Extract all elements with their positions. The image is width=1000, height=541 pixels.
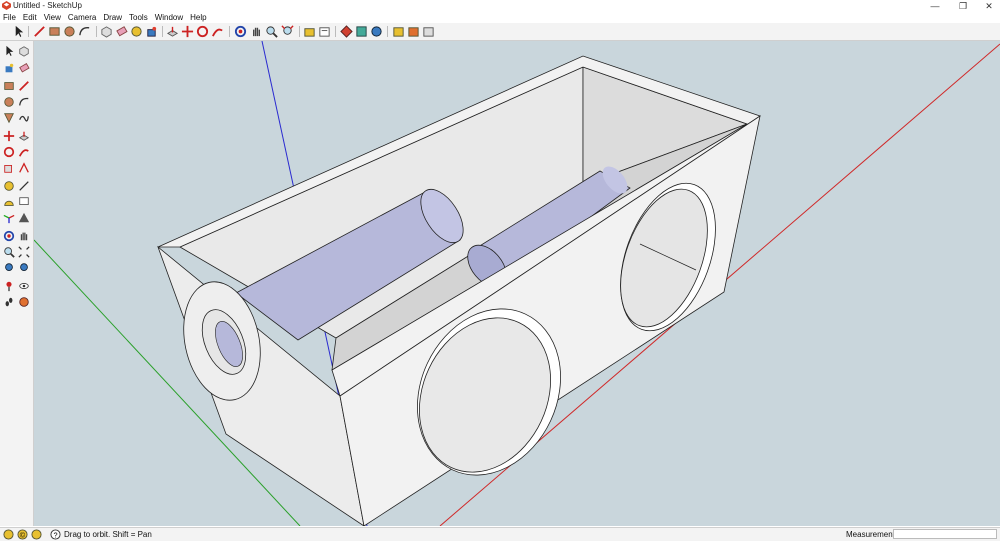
layout-icon[interactable] <box>370 25 383 38</box>
previous-view-icon[interactable] <box>18 262 30 274</box>
orbit-icon[interactable] <box>234 25 247 38</box>
drawing-viewport[interactable] <box>34 41 1000 526</box>
circle-icon[interactable] <box>63 25 76 38</box>
status-hint-text: Drag to orbit. Shift = Pan <box>64 530 152 539</box>
follow-me-icon[interactable] <box>18 146 30 158</box>
credits-icon[interactable]: © <box>17 529 28 540</box>
menu-edit[interactable]: Edit <box>20 12 41 23</box>
menu-camera[interactable]: Camera <box>65 12 100 23</box>
styles-icon[interactable] <box>340 25 353 38</box>
pan-icon[interactable] <box>18 230 30 242</box>
text-icon[interactable] <box>18 196 30 208</box>
toolbar-separator <box>162 26 163 37</box>
orbit-icon[interactable] <box>3 230 15 242</box>
toolbar-separator <box>335 26 336 37</box>
svg-text:©: © <box>20 530 26 539</box>
minimize-button[interactable]: — <box>922 0 948 12</box>
extension-icon[interactable] <box>318 25 331 38</box>
window-title: Untitled - SketchUp <box>13 1 82 10</box>
main-toolbar <box>0 23 1000 41</box>
menu-window[interactable]: Window <box>152 12 187 23</box>
share-model-icon[interactable] <box>392 25 405 38</box>
close-button[interactable]: ✕ <box>976 0 1000 12</box>
follow-me-icon[interactable] <box>211 25 224 38</box>
menu-bar: File Edit View Camera Draw Tools Window … <box>0 12 1000 23</box>
paint-bucket-icon[interactable] <box>3 62 15 74</box>
3d-model-canvas <box>34 41 1000 526</box>
3d-text-icon[interactable] <box>18 212 30 224</box>
select-icon[interactable] <box>3 45 15 57</box>
arc-icon[interactable] <box>78 25 91 38</box>
title-bar: Untitled - SketchUp — ❐ ✕ <box>0 0 1000 12</box>
rectangle-icon[interactable] <box>3 80 15 92</box>
section-plane-icon[interactable] <box>18 296 30 308</box>
zoom-window-icon[interactable] <box>18 246 30 258</box>
menu-tools[interactable]: Tools <box>126 12 152 23</box>
pan-icon[interactable] <box>250 25 263 38</box>
measurements-label: Measurements <box>846 530 899 539</box>
look-around-icon[interactable] <box>18 280 30 292</box>
zoom-extents-icon[interactable] <box>281 25 294 38</box>
zoom-extents-icon[interactable] <box>3 262 15 274</box>
measurements-input[interactable] <box>893 529 997 539</box>
eraser-icon[interactable] <box>115 25 128 38</box>
arc-icon[interactable] <box>18 96 30 108</box>
move-icon[interactable] <box>3 130 15 142</box>
rotate-icon[interactable] <box>196 25 209 38</box>
menu-file[interactable]: File <box>0 12 20 23</box>
help-icon[interactable]: ? <box>50 529 61 540</box>
circle-icon[interactable] <box>3 96 15 108</box>
scale-icon[interactable] <box>3 162 15 174</box>
eraser-icon[interactable] <box>18 62 30 74</box>
offset-icon[interactable] <box>18 162 30 174</box>
preview-icon[interactable] <box>422 25 435 38</box>
maximize-button[interactable]: ❐ <box>950 0 976 12</box>
protractor-icon[interactable] <box>3 196 15 208</box>
status-bar: © ? Drag to orbit. Shift = Pan Measureme… <box>0 527 1000 541</box>
toolbar-separator <box>299 26 300 37</box>
menu-draw[interactable]: Draw <box>100 12 126 23</box>
svg-text:?: ? <box>53 530 57 539</box>
section-icon[interactable] <box>355 25 368 38</box>
move-icon[interactable] <box>181 25 194 38</box>
toolbar-separator <box>96 26 97 37</box>
menu-help[interactable]: Help <box>187 12 210 23</box>
tape-measure-icon[interactable] <box>130 25 143 38</box>
geo-location-icon[interactable] <box>3 529 14 540</box>
axes-icon[interactable] <box>3 212 15 224</box>
polygon-icon[interactable] <box>3 112 15 124</box>
user-icon[interactable] <box>31 529 42 540</box>
zoom-icon[interactable] <box>3 246 15 258</box>
select-icon[interactable] <box>12 25 25 38</box>
walk-icon[interactable] <box>3 296 15 308</box>
toolbar-separator <box>229 26 230 37</box>
line-icon[interactable] <box>33 25 46 38</box>
share-component-icon[interactable] <box>407 25 420 38</box>
rectangle-icon[interactable] <box>48 25 61 38</box>
make-component-icon[interactable] <box>100 25 113 38</box>
toolbar-separator <box>28 26 29 37</box>
push-pull-icon[interactable] <box>166 25 179 38</box>
line-icon[interactable] <box>18 80 30 92</box>
warehouse-icon[interactable] <box>303 25 316 38</box>
position-camera-icon[interactable] <box>3 280 15 292</box>
make-component-icon[interactable] <box>18 45 30 57</box>
tape-measure-icon[interactable] <box>3 180 15 192</box>
toolbar-separator <box>387 26 388 37</box>
push-pull-icon[interactable] <box>18 130 30 142</box>
freehand-icon[interactable] <box>18 112 30 124</box>
paint-bucket-icon[interactable] <box>145 25 158 38</box>
rotate-icon[interactable] <box>3 146 15 158</box>
dimension-icon[interactable] <box>18 180 30 192</box>
menu-view[interactable]: View <box>41 12 65 23</box>
zoom-icon[interactable] <box>265 25 278 38</box>
left-toolbar <box>0 41 34 526</box>
sketchup-logo-icon <box>2 1 11 10</box>
